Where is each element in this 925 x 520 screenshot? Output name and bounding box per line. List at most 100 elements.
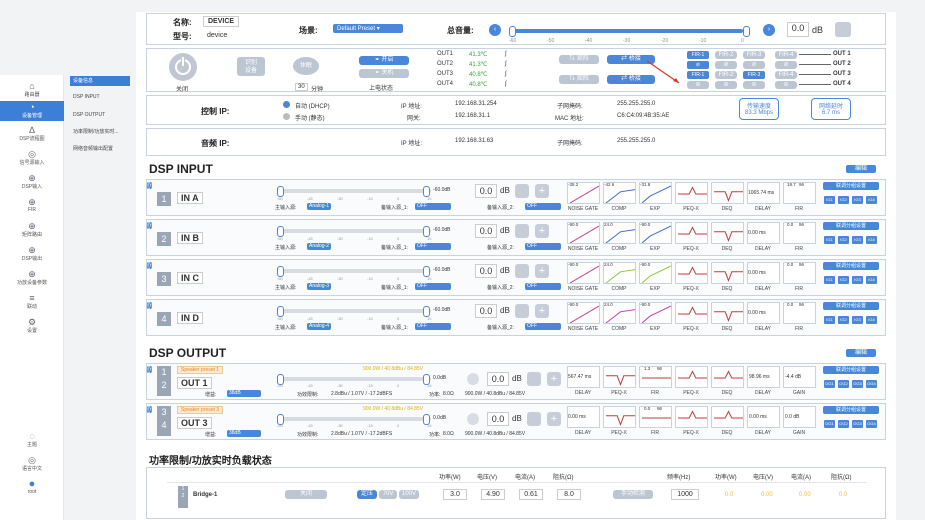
nav-item-dsp-output[interactable]: ⊕ DSP输出 [0, 245, 64, 262]
volume-value[interactable]: 0.0 [787, 22, 809, 37]
power-icon[interactable] [169, 53, 197, 81]
input-group-ig2[interactable]: IG2 [838, 316, 849, 324]
volume-min-thumb[interactable] [509, 26, 516, 37]
input-group-ig2[interactable]: IG2 [838, 196, 849, 204]
fir4-bottom[interactable]: FIR-4 [775, 71, 797, 79]
fir3-bottom[interactable]: FIR-3 [743, 71, 765, 79]
channel-name[interactable]: OUT 3 [177, 417, 212, 429]
dsp-block-deq[interactable] [711, 406, 744, 428]
level-up-icon[interactable]: › [149, 262, 152, 269]
frequency-input[interactable]: 1000 [671, 489, 699, 500]
subnav-device-info[interactable]: 设备信息 [70, 76, 130, 86]
backup-src1-select[interactable]: OFF [415, 203, 451, 210]
dsp-block-deq[interactable] [711, 302, 744, 324]
mute-speaker-icon[interactable] [527, 372, 541, 386]
impedance-input[interactable]: 8.0 [557, 489, 581, 500]
speaker-preset[interactable]: Speaker preset 3 [177, 406, 224, 414]
group-link-button[interactable]: 联调分组设置 [823, 182, 879, 190]
power-input[interactable]: 3.0 [443, 489, 467, 500]
input-group-ig2[interactable]: IG2 [838, 236, 849, 244]
sleep-button[interactable]: 休眠 [293, 57, 319, 75]
nav-item-user[interactable]: ● root [0, 479, 64, 496]
subnav-network-audio[interactable]: 网络音频输出配置 [70, 144, 130, 154]
dsp-block-deq[interactable] [711, 366, 744, 388]
nav-item-source[interactable]: ◎ 信号源输入 [0, 149, 64, 166]
main-src-select[interactable]: Analog-2 [307, 243, 332, 250]
channel-name[interactable]: IN A [177, 192, 203, 204]
mute-4a-icon[interactable]: ⊘ [775, 61, 797, 69]
input-group-ig4[interactable]: IG4 [866, 236, 877, 244]
matrix-button-2[interactable]: ⇅ 矩阵 [559, 75, 599, 84]
group-link-button[interactable]: 联调分组设置 [823, 302, 879, 310]
output-level-slider[interactable] [281, 377, 431, 381]
input-group-ig4[interactable]: IG4 [866, 196, 877, 204]
input-group-ig3[interactable]: IG3 [852, 276, 863, 284]
level-up-icon[interactable]: › [149, 302, 152, 309]
add-icon[interactable]: + [535, 224, 549, 238]
dsp-block-peq-x[interactable] [675, 182, 708, 204]
channel-name[interactable]: IN D [177, 312, 203, 324]
master-volume-slider[interactable] [513, 29, 743, 33]
input-level-slider[interactable] [281, 189, 431, 193]
output-group-og3[interactable]: OG3 [852, 380, 863, 388]
backup-src2-select[interactable]: OFF [525, 243, 561, 250]
mute-speaker-icon[interactable] [515, 224, 529, 238]
subnav-dsp-input[interactable]: DSP INPUT [70, 92, 130, 102]
gain-value[interactable]: 0.0 [487, 372, 509, 386]
input-group-ig4[interactable]: IG4 [866, 276, 877, 284]
nav-item-amp-params[interactable]: ⊕ 功放设备参数 [0, 269, 64, 286]
70v-button[interactable]: 70V [379, 490, 397, 499]
manual-detect-button[interactable]: 手动检测 [613, 490, 653, 499]
input-group-ig4[interactable]: IG4 [866, 316, 877, 324]
level-up-icon[interactable]: › [149, 406, 152, 413]
nav-item-link[interactable]: ≡ 联动 [0, 293, 64, 310]
volume-up-icon[interactable]: › [763, 24, 775, 36]
gain-value[interactable]: 0.0 [475, 304, 497, 318]
fir4-top[interactable]: FIR-4 [775, 51, 797, 59]
level-up-icon[interactable]: › [149, 182, 152, 189]
add-icon[interactable]: + [535, 264, 549, 278]
nav-item-flow[interactable]: ∆ DSP流程图 [0, 125, 64, 142]
gain-value[interactable]: 0.0 [475, 264, 497, 278]
mute-speaker-icon[interactable] [515, 264, 529, 278]
fir3-top[interactable]: FIR-3 [743, 51, 765, 59]
nav-item-matrix[interactable]: ⊕ 矩阵路由 [0, 221, 64, 238]
output-group-og2[interactable]: OG2 [838, 420, 849, 428]
add-icon[interactable]: + [535, 184, 549, 198]
mute-1b-icon[interactable]: ⊘ [687, 81, 709, 89]
level-up-icon[interactable]: › [149, 222, 152, 229]
channel-name[interactable]: IN C [177, 272, 203, 284]
dsp-block-peq-x[interactable] [675, 366, 708, 388]
dsp-block-peq-x[interactable] [675, 302, 708, 324]
mute-1a-icon[interactable]: ⊘ [687, 61, 709, 69]
output-group-og1[interactable]: OG1 [824, 380, 835, 388]
speaker-icon[interactable] [835, 22, 851, 37]
mute-3b-icon[interactable]: ⊘ [743, 81, 765, 89]
group-link-button[interactable]: 联调分组设置 [823, 406, 879, 414]
input-group-ig3[interactable]: IG3 [852, 196, 863, 204]
level-up-icon[interactable]: › [149, 366, 152, 373]
backup-src2-select[interactable]: OFF [525, 203, 561, 210]
group-link-button[interactable]: 联调分组设置 [823, 222, 879, 230]
dsp-block-peq-x[interactable] [675, 222, 708, 244]
dsp-block-peq-x[interactable] [675, 262, 708, 284]
input-group-ig1[interactable]: IG1 [824, 196, 835, 204]
output-group-og4[interactable]: OG4 [866, 380, 877, 388]
sleep-minutes[interactable]: 30 [295, 83, 308, 91]
main-src-select[interactable]: Analog-3 [307, 283, 332, 290]
identify-button[interactable]: 识别 设备 [237, 57, 265, 76]
input-group-ig1[interactable]: IG1 [824, 236, 835, 244]
mute-3a-icon[interactable]: ⊘ [743, 61, 765, 69]
nav-item-fir[interactable]: ⊕ FIR [0, 197, 64, 213]
100v-button[interactable]: 100V [399, 490, 419, 499]
output-group-og1[interactable]: OG1 [824, 420, 835, 428]
input-level-slider[interactable] [281, 269, 431, 273]
input-group-ig3[interactable]: IG3 [852, 316, 863, 324]
voltage-input[interactable]: 4.90 [481, 489, 505, 500]
input-group-ig3[interactable]: IG3 [852, 236, 863, 244]
output-group-og3[interactable]: OG3 [852, 420, 863, 428]
gain-select[interactable]: 38dB [227, 430, 261, 437]
mute-speaker-icon[interactable] [515, 304, 529, 318]
subnav-dsp-output[interactable]: DSP OUTPUT [70, 110, 130, 120]
backup-src2-select[interactable]: OFF [525, 283, 561, 290]
